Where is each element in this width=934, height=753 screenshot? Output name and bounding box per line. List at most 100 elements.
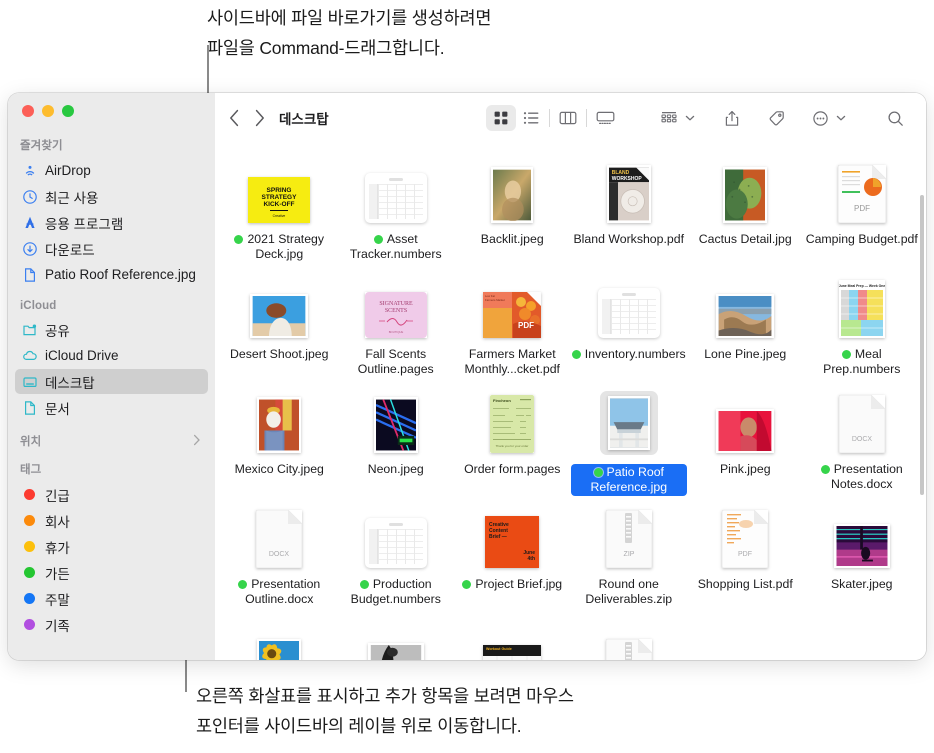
file-item[interactable]: Mexico City.jpeg <box>221 383 338 498</box>
list-view-button[interactable] <box>516 105 546 131</box>
sidebar-item-tag-family[interactable]: 기족 <box>15 612 208 637</box>
sidebar-item-documents[interactable]: 문서 <box>15 395 208 420</box>
zoom-button[interactable] <box>62 105 74 117</box>
file-item[interactable] <box>221 613 338 660</box>
back-button[interactable] <box>229 109 240 127</box>
svg-text:DOCX: DOCX <box>852 436 873 443</box>
file-item[interactable]: DOCX Presentation Outline.docx <box>221 498 338 613</box>
file-item[interactable]: PDF Camping Budget.pdf <box>804 153 921 268</box>
sidebar-section-header-locations[interactable]: 위치 <box>8 421 215 453</box>
sidebar-item-patio-roof-reference[interactable]: Patio Roof Reference.jpg <box>15 262 208 287</box>
file-item[interactable] <box>571 613 688 660</box>
toolbar-divider <box>549 109 550 127</box>
share-button[interactable] <box>717 105 747 131</box>
file-thumbnail <box>833 506 890 568</box>
file-item[interactable] <box>687 613 804 660</box>
file-item[interactable]: SPRING STRATEGY KICK-OFF Creative 2021 S… <box>221 153 338 268</box>
group-by-icon[interactable] <box>654 105 684 131</box>
sidebar-item-shared[interactable]: 공유 <box>15 317 208 342</box>
gallery-view-button[interactable] <box>590 105 620 131</box>
file-thumbnail: Workout Guide <box>483 621 542 660</box>
sidebar-item-applications[interactable]: 응용 프로그램 <box>15 210 208 235</box>
numbers-document-icon <box>364 518 427 568</box>
sidebar-item-icloud-drive[interactable]: iCloud Drive <box>15 343 208 368</box>
tag-dot-icon <box>24 567 35 578</box>
more-actions-button[interactable] <box>805 105 846 131</box>
svg-text:PDF: PDF <box>518 321 534 330</box>
file-item[interactable]: Production Budget.numbers <box>338 498 455 613</box>
vertical-scrollbar[interactable] <box>920 195 924 654</box>
sidebar-scroll: 즐겨찾기 AirDrop 최근 사용 응용 프로그램 다운로드 Patio Ro… <box>8 117 215 637</box>
file-item[interactable]: Fincheon Thank you for your order Order … <box>454 383 571 498</box>
file-item[interactable]: Inventory.numbers <box>571 268 688 383</box>
file-item[interactable]: June Meal Prep — Week One Meal Prep.numb… <box>804 268 921 383</box>
sidebar-item-label: iCloud Drive <box>45 348 119 363</box>
file-item[interactable]: Pink.jpeg <box>687 383 804 498</box>
file-item[interactable]: Asset Tracker.numbers <box>338 153 455 268</box>
sidebar-item-downloads[interactable]: 다운로드 <box>15 236 208 261</box>
file-name: Project Brief.jpg <box>462 577 562 592</box>
file-item[interactable]: DOCX Presentation Notes.docx <box>804 383 921 498</box>
file-name: Skater.jpeg <box>830 577 893 591</box>
file-item[interactable]: Workout Guide <box>454 613 571 660</box>
sidebar-item-tag-garden[interactable]: 가든 <box>15 560 208 585</box>
photo-patio-roof-icon <box>607 396 650 450</box>
scrollbar-thumb[interactable] <box>920 195 924 495</box>
chevron-down-icon[interactable] <box>836 109 846 127</box>
photo-mexico-city-icon <box>257 397 302 453</box>
file-item[interactable]: Desert Shoot.jpeg <box>221 268 338 383</box>
sidebar-item-desktop[interactable]: 데스크탑 <box>15 369 208 394</box>
file-item[interactable]: SIGNATURE SCENTS BOUTIQUE Fall Scents Ou… <box>338 268 455 383</box>
file-thumbnail: Creative Content Brief — June 4th <box>485 506 540 568</box>
sidebar-item-airdrop[interactable]: AirDrop <box>15 158 208 183</box>
window-controls[interactable] <box>8 93 215 117</box>
tag-dot-icon <box>593 468 603 477</box>
icon-view-button[interactable] <box>486 105 516 131</box>
nav-arrows[interactable] <box>229 109 265 127</box>
file-item-selected[interactable]: Patio Roof Reference.jpg <box>570 383 687 498</box>
file-item[interactable]: Low Fat Farmers Market PDF Farmers Marke… <box>454 268 571 383</box>
column-view-button[interactable] <box>553 105 583 131</box>
file-thumbnail <box>716 276 775 338</box>
file-item[interactable]: Cactus Detail.jpg <box>687 153 804 268</box>
file-thumbnail <box>599 391 658 455</box>
tags-button[interactable] <box>761 105 791 131</box>
file-item[interactable] <box>804 613 921 660</box>
sidebar-item-recents[interactable]: 최근 사용 <box>15 184 208 209</box>
chevron-down-icon[interactable] <box>685 109 695 127</box>
file-item[interactable]: PDF Shopping List.pdf <box>687 498 804 613</box>
file-grid-container[interactable]: SPRING STRATEGY KICK-OFF Creative 2021 S… <box>215 143 926 660</box>
more-ellipsis-icon[interactable] <box>805 105 835 131</box>
chevron-right-icon[interactable] <box>193 434 201 448</box>
tag-dot-icon <box>24 489 35 500</box>
file-thumbnail: June Meal Prep — Week One <box>838 276 885 338</box>
close-button[interactable] <box>22 105 34 117</box>
sidebar-item-tag-weekend[interactable]: 주말 <box>15 586 208 611</box>
finder-sidebar[interactable]: 즐겨찾기 AirDrop 최근 사용 응용 프로그램 다운로드 Patio Ro… <box>8 93 215 660</box>
search-button[interactable] <box>880 105 910 131</box>
file-name: Asset Tracker.numbers <box>349 232 442 261</box>
sidebar-item-label: 긴급 <box>45 488 70 504</box>
photo-bw-icon <box>367 643 424 660</box>
file-thumbnail: Low Fat Farmers Market PDF <box>483 276 542 338</box>
sidebar-item-tag-vacation[interactable]: 휴가 <box>15 534 208 559</box>
file-thumbnail: SPRING STRATEGY KICK-OFF Creative <box>248 161 311 223</box>
file-item[interactable]: BLAND WORKSHOP Bland Workshop.pdf <box>571 153 688 268</box>
file-item[interactable]: Creative Content Brief — June 4th Projec… <box>454 498 571 613</box>
file-item[interactable]: Neon.jpeg <box>338 383 455 498</box>
file-item[interactable]: Backlit.jpeg <box>454 153 571 268</box>
file-item[interactable]: Lone Pine.jpeg <box>687 268 804 383</box>
forward-button[interactable] <box>254 109 265 127</box>
file-item[interactable]: ZIP Round one Deliverables.zip <box>571 498 688 613</box>
minimize-button[interactable] <box>42 105 54 117</box>
cloud-icon <box>21 347 38 364</box>
file-name: Round one Deliverables.zip <box>585 577 673 606</box>
group-by-button[interactable] <box>654 105 695 131</box>
sidebar-item-tag-work[interactable]: 회사 <box>15 508 208 533</box>
sidebar-item-tag-urgent[interactable]: 긴급 <box>15 482 208 507</box>
tag-dot-icon <box>24 619 35 630</box>
file-name: 2021 Strategy Deck.jpg <box>221 232 338 262</box>
file-item[interactable]: Skater.jpeg <box>804 498 921 613</box>
view-mode-group[interactable] <box>486 105 620 131</box>
file-item[interactable] <box>338 613 455 660</box>
